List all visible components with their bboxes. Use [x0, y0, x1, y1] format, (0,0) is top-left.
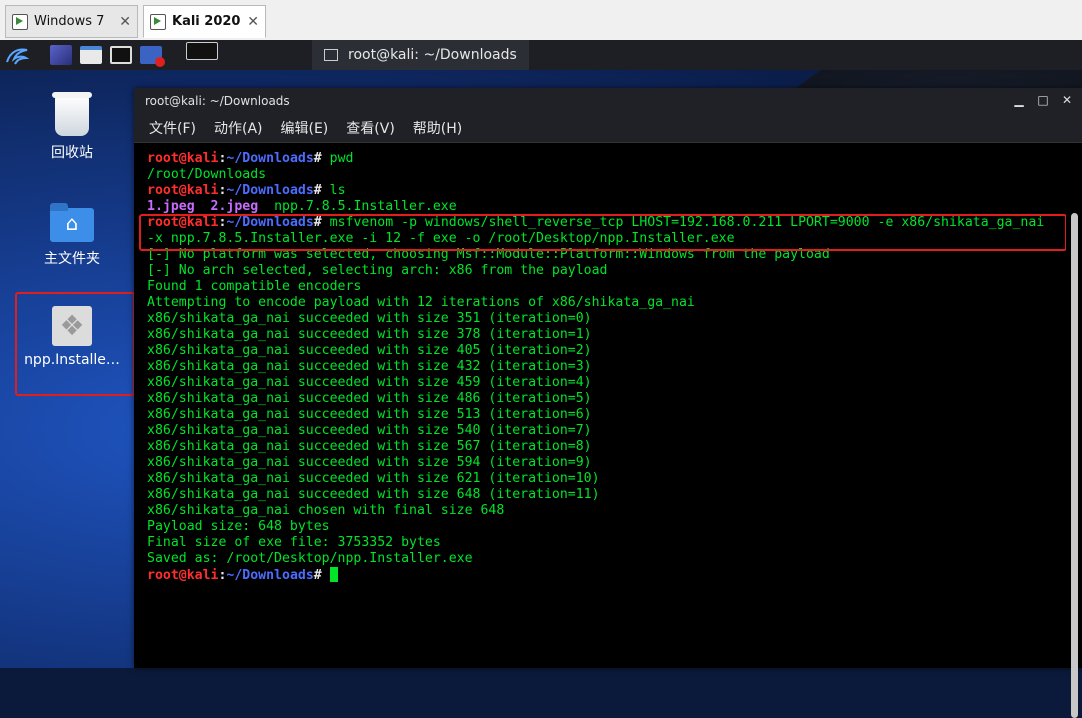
- desktop-icon-home[interactable]: 主文件夹: [22, 203, 122, 268]
- prompt-symbol: #: [313, 183, 322, 198]
- terminal-line: x86/shikata_ga_nai succeeded with size 3…: [147, 327, 592, 342]
- terminal-line: root@kali:~/Downloads# ls: [147, 183, 1066, 199]
- file-manager-icon[interactable]: [80, 46, 102, 64]
- menu-file[interactable]: 文件(F): [149, 118, 196, 138]
- prompt-user: root@kali: [147, 183, 219, 198]
- taskbar-window-title: root@kali: ~/Downloads: [348, 47, 517, 63]
- prompt-path: ~/Downloads: [226, 151, 314, 166]
- prompt-symbol: #: [313, 568, 322, 583]
- ls-file: 2.jpeg: [210, 199, 259, 214]
- terminal-line: root@kali:~/Downloads# pwd: [147, 151, 1066, 167]
- menu-view[interactable]: 查看(V): [346, 118, 395, 138]
- command-text: pwd: [329, 151, 354, 166]
- terminal-line: x86/shikata_ga_nai succeeded with size 5…: [147, 455, 592, 470]
- terminal-cursor: [329, 567, 338, 582]
- terminal-line: Final size of exe file: 3753352 bytes: [147, 535, 441, 550]
- terminal-line: x86/shikata_ga_nai succeeded with size 4…: [147, 391, 592, 406]
- desktop-icon-label: 回收站: [51, 145, 93, 161]
- close-icon[interactable]: ✕: [119, 14, 131, 30]
- terminal-launcher-icon[interactable]: [110, 46, 132, 64]
- scrollbar-thumb[interactable]: [1071, 213, 1078, 718]
- terminal-line: x86/shikata_ga_nai succeeded with size 5…: [147, 439, 592, 454]
- desktop-icon-trash[interactable]: 回收站: [22, 92, 122, 162]
- vm-icon: [150, 13, 166, 30]
- terminal-line: Payload size: 648 bytes: [147, 519, 330, 534]
- kali-top-panel: root@kali: ~/Downloads: [0, 40, 1082, 70]
- terminal-line: x86/shikata_ga_nai succeeded with size 4…: [147, 375, 592, 390]
- close-icon[interactable]: ✕: [1060, 93, 1074, 107]
- vm-icon: [12, 13, 28, 30]
- terminal-line: Found 1 compatible encoders: [147, 279, 362, 294]
- screen-recorder-icon[interactable]: [140, 46, 165, 67]
- menu-action[interactable]: 动作(A): [214, 118, 263, 138]
- terminal-line: 1.jpeg 2.jpeg npp.7.8.5.Installer.exe: [147, 199, 1066, 215]
- desktop-icon-label: 主文件夹: [44, 251, 100, 267]
- terminal-icon: [324, 49, 338, 61]
- home-folder-icon: [50, 203, 94, 242]
- terminal-line: x86/shikata_ga_nai chosen with final siz…: [147, 503, 505, 518]
- highlight-box-msfvenom-command: [139, 214, 1067, 251]
- terminal-line: x86/shikata_ga_nai succeeded with size 4…: [147, 343, 592, 358]
- menu-edit[interactable]: 编辑(E): [281, 118, 329, 138]
- terminal-line: x86/shikata_ga_nai succeeded with size 6…: [147, 487, 600, 502]
- minimize-icon[interactable]: ▁: [1012, 93, 1026, 107]
- maximize-icon[interactable]: □: [1036, 93, 1050, 107]
- terminal-line: Saved as: /root/Desktop/npp.Installer.ex…: [147, 551, 473, 566]
- terminal-scrollbar[interactable]: [1066, 143, 1082, 718]
- vm-tab-label: Windows 7: [34, 14, 105, 29]
- prompt-symbol: #: [313, 151, 322, 166]
- prompt-path: ~/Downloads: [226, 183, 314, 198]
- terminal-window: root@kali: ~/Downloads ▁ □ ✕ 文件(F) 动作(A)…: [134, 88, 1082, 718]
- prompt-user: root@kali: [147, 151, 219, 166]
- kali-dragon-icon[interactable]: [4, 42, 30, 68]
- terminal-line: [-] No arch selected, selecting arch: x8…: [147, 263, 608, 278]
- close-icon[interactable]: ✕: [247, 14, 259, 30]
- terminal-line: x86/shikata_ga_nai succeeded with size 6…: [147, 471, 600, 486]
- prompt-path: ~/Downloads: [226, 568, 314, 583]
- workspace-icon[interactable]: [186, 42, 218, 60]
- terminal-line: /root/Downloads: [147, 167, 267, 182]
- terminal-line: x86/shikata_ga_nai succeeded with size 5…: [147, 423, 592, 438]
- trash-icon: [52, 92, 92, 136]
- menu-help[interactable]: 帮助(H): [413, 118, 462, 138]
- ls-file: 1.jpeg: [147, 199, 195, 214]
- terminal-line: x86/shikata_ga_nai succeeded with size 5…: [147, 407, 592, 422]
- ls-file: npp.7.8.5.Installer.exe: [274, 199, 457, 214]
- taskbar-window-terminal[interactable]: root@kali: ~/Downloads: [312, 40, 529, 70]
- terminal-menubar: 文件(F) 动作(A) 编辑(E) 查看(V) 帮助(H): [134, 114, 1082, 143]
- vm-tab-kali[interactable]: Kali 2020 ✕: [143, 5, 266, 38]
- terminal-line: root@kali:~/Downloads#: [147, 567, 1066, 583]
- window-title: root@kali: ~/Downloads: [145, 94, 290, 108]
- vm-tab-windows7[interactable]: Windows 7 ✕: [5, 5, 138, 38]
- app-menu-icon[interactable]: [50, 45, 72, 65]
- terminal-line: Attempting to encode payload with 12 ite…: [147, 295, 695, 310]
- terminal-titlebar[interactable]: root@kali: ~/Downloads ▁ □ ✕: [134, 88, 1082, 114]
- terminal-line: x86/shikata_ga_nai succeeded with size 4…: [147, 359, 592, 374]
- prompt-user: root@kali: [147, 568, 219, 583]
- vm-tab-label: Kali 2020: [172, 14, 241, 29]
- highlight-box-desktop-file: [15, 292, 135, 396]
- terminal-line: x86/shikata_ga_nai succeeded with size 3…: [147, 311, 592, 326]
- vm-tab-bar: Windows 7 ✕ Kali 2020 ✕: [0, 0, 1082, 41]
- command-text: ls: [329, 183, 346, 198]
